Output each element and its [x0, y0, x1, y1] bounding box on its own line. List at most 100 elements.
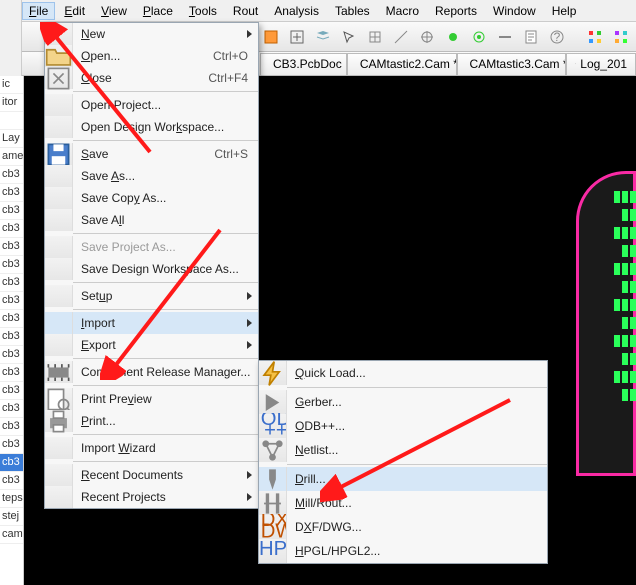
- layer-row[interactable]: cb3: [0, 454, 23, 472]
- menu-shortcut: Ctrl+O: [213, 49, 258, 63]
- layer-row[interactable]: cb3: [0, 256, 23, 274]
- menu-place[interactable]: Place: [136, 2, 180, 20]
- blank-icon: [45, 165, 73, 187]
- submenu-item-quick-load[interactable]: Quick Load...: [259, 361, 547, 385]
- layer-row[interactable]: itor: [0, 94, 23, 112]
- menu-item-label: Import Wizard: [73, 441, 258, 455]
- tool-pad-icon[interactable]: [442, 26, 464, 48]
- menu-item-save-copy-as[interactable]: Save Copy As...: [45, 187, 258, 209]
- tool-pal2-icon[interactable]: [610, 26, 632, 48]
- layer-row[interactable]: [0, 112, 23, 130]
- layer-row[interactable]: cb3: [0, 382, 23, 400]
- zap-icon: [259, 361, 287, 385]
- layer-row[interactable]: cb3: [0, 166, 23, 184]
- tool-pal1-icon[interactable]: [584, 26, 606, 48]
- blank-icon: [45, 437, 73, 459]
- menu-shortcut: Ctrl+F4: [208, 71, 258, 85]
- blank-icon: [45, 486, 73, 508]
- tool-question-icon[interactable]: ?: [546, 26, 568, 48]
- menu-window[interactable]: Window: [486, 2, 543, 20]
- layer-row[interactable]: cb3: [0, 184, 23, 202]
- menu-reports[interactable]: Reports: [428, 2, 484, 20]
- tool-report-icon[interactable]: [520, 26, 542, 48]
- submenu-item-label: DXF/DWG...: [287, 520, 547, 534]
- mill-icon: [259, 491, 287, 515]
- layer-row[interactable]: cb3: [0, 418, 23, 436]
- layer-row[interactable]: cb3: [0, 346, 23, 364]
- menu-macro[interactable]: Macro: [379, 2, 426, 20]
- layer-row[interactable]: stej: [0, 508, 23, 526]
- blank-icon: [45, 209, 73, 231]
- menu-item-recent-documents[interactable]: Recent Documents: [45, 464, 258, 486]
- blank-icon: [45, 258, 73, 280]
- tab-cam2[interactable]: CAMtastic2.Cam *: [347, 53, 457, 75]
- menu-edit[interactable]: Edit: [57, 2, 92, 20]
- submenu-arrow-icon: [247, 319, 252, 327]
- layer-row[interactable]: cb3: [0, 364, 23, 382]
- tool-origin-icon[interactable]: [416, 26, 438, 48]
- submenu-item-label: HPGL/HPGL2...: [287, 544, 547, 558]
- submenu-arrow-icon: [247, 493, 252, 501]
- tool-netlist-icon[interactable]: [286, 26, 308, 48]
- blank-icon: [45, 312, 73, 334]
- submenu-item-label: Quick Load...: [287, 366, 547, 380]
- tab-label: CAMtastic2.Cam *: [360, 57, 457, 71]
- tool-layers-icon[interactable]: [312, 26, 334, 48]
- layer-row[interactable]: cb3: [0, 328, 23, 346]
- layer-row[interactable]: cb3: [0, 238, 23, 256]
- menu-item-save-as[interactable]: Save As...: [45, 165, 258, 187]
- menu-route[interactable]: Rout: [226, 2, 265, 20]
- layer-row[interactable]: teps: [0, 490, 23, 508]
- menu-help[interactable]: Help: [545, 2, 584, 20]
- tab-label: CB3.PcbDoc: [273, 57, 342, 71]
- tab-log[interactable]: Log_201: [566, 53, 636, 75]
- menu-item-print[interactable]: Print...: [45, 410, 258, 432]
- odb-icon: ODB++: [259, 414, 287, 438]
- layer-row[interactable]: cb3: [0, 274, 23, 292]
- tool-grid-icon[interactable]: [364, 26, 386, 48]
- layer-row[interactable]: cam: [0, 526, 23, 544]
- tool-via-icon[interactable]: [468, 26, 490, 48]
- layer-row[interactable]: cb3: [0, 202, 23, 220]
- menu-item-label: Save Copy As...: [73, 191, 258, 205]
- menu-shortcut: Ctrl+S: [214, 147, 258, 161]
- tool-measure-icon[interactable]: [390, 26, 412, 48]
- layer-row[interactable]: cb3: [0, 220, 23, 238]
- tab-pcb3[interactable]: CB3.PcbDoc: [260, 53, 347, 75]
- dxf-icon: DXFDWG: [259, 515, 287, 539]
- menu-file[interactable]: File: [22, 2, 55, 20]
- annotation-arrow-1: [40, 22, 160, 162]
- layer-row[interactable]: cb3: [0, 310, 23, 328]
- layer-row[interactable]: cb3: [0, 400, 23, 418]
- tab-cam3[interactable]: CAMtastic3.Cam *: [457, 53, 567, 75]
- hpgl-icon: HPGL: [259, 539, 287, 563]
- tool-select-icon[interactable]: [338, 26, 360, 48]
- annotation-arrow-2: [100, 220, 240, 380]
- menu-item-recent-projects[interactable]: Recent Projects: [45, 486, 258, 508]
- layer-row[interactable]: Lay: [0, 130, 23, 148]
- menu-tables[interactable]: Tables: [328, 2, 377, 20]
- tab-label: Log_201: [580, 57, 627, 71]
- annotation-arrow-3: [320, 390, 520, 510]
- submenu-item-dxf-dwg[interactable]: DXFDWGDXF/DWG...: [259, 515, 547, 539]
- menu-item-label: Save As...: [73, 169, 258, 183]
- layer-row[interactable]: ame: [0, 148, 23, 166]
- menu-item-label: Recent Documents: [73, 468, 258, 482]
- menu-tools[interactable]: Tools: [182, 2, 224, 20]
- menu-item-label: Recent Projects: [73, 490, 258, 504]
- layer-row[interactable]: cb3: [0, 292, 23, 310]
- layer-row[interactable]: cb3: [0, 436, 23, 454]
- tool-gerber-icon[interactable]: [260, 26, 282, 48]
- menu-item-import-wizard[interactable]: Import Wizard: [45, 437, 258, 459]
- blank-icon: [45, 236, 73, 258]
- layer-row[interactable]: ic: [0, 76, 23, 94]
- submenu-arrow-icon: [247, 471, 252, 479]
- layer-row[interactable]: cb3: [0, 472, 23, 490]
- tool-line-icon[interactable]: [494, 26, 516, 48]
- menu-analysis[interactable]: Analysis: [267, 2, 326, 20]
- menu-view[interactable]: View: [94, 2, 134, 20]
- menu-item-print-preview[interactable]: Print Preview: [45, 388, 258, 410]
- text-doc-icon: [575, 56, 576, 72]
- svg-text:HPGL: HPGL: [259, 538, 286, 560]
- submenu-item-hpgl-hpgl[interactable]: HPGLHPGL/HPGL2...: [259, 539, 547, 563]
